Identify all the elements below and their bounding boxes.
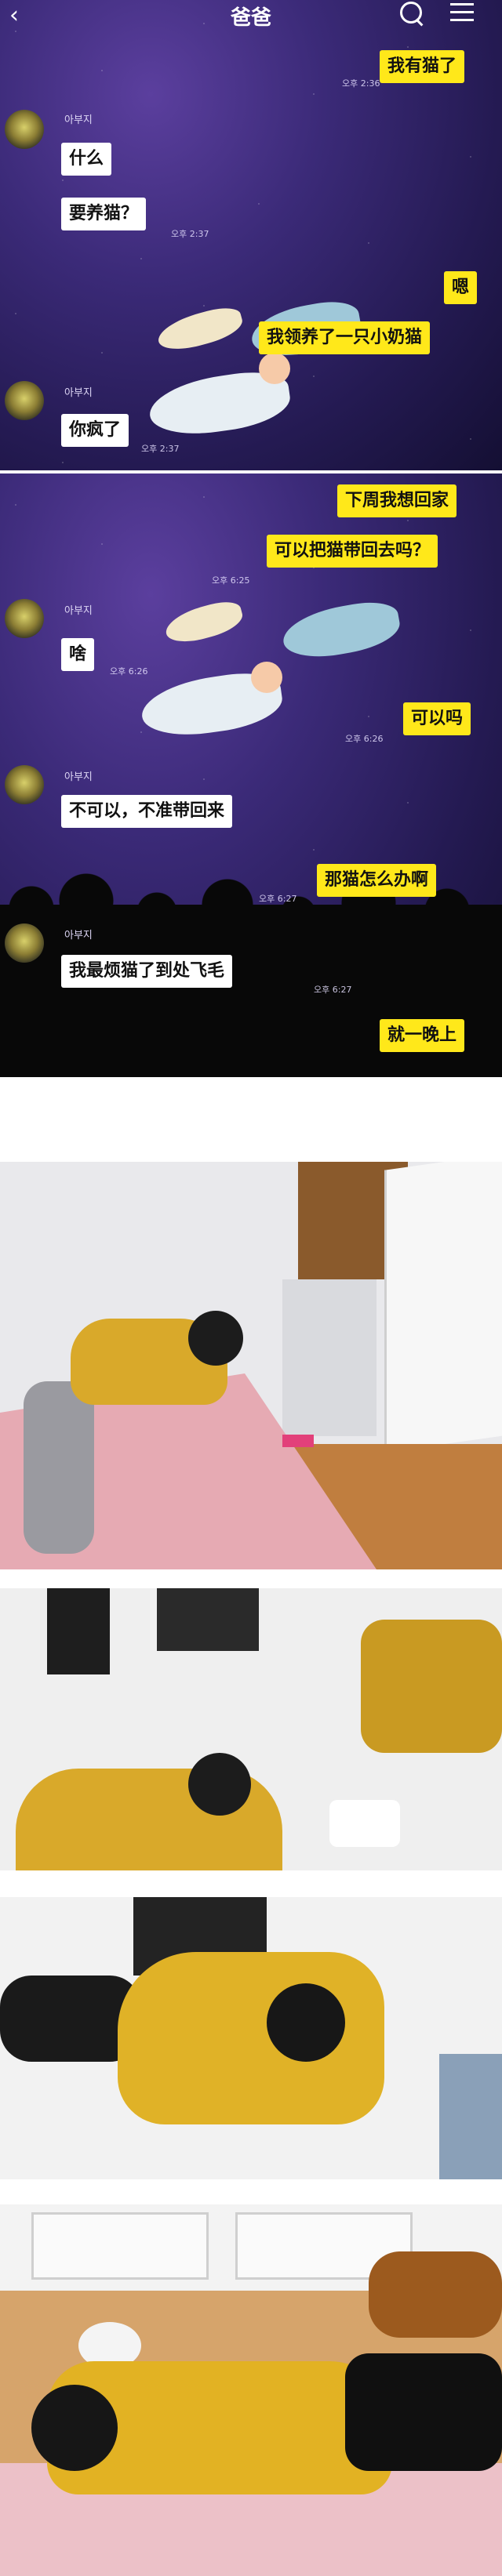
message-time: 오후 6:27 [259, 894, 297, 904]
avatar[interactable] [5, 110, 44, 149]
message-bubble: 那猫怎么办啊 [317, 864, 437, 897]
message-bubble: 嗯 [444, 271, 478, 304]
sender-name: 아부지 [64, 387, 93, 399]
message-time: 오후 2:37 [141, 444, 180, 454]
photo-father-lying-on-floor-2 [0, 1897, 502, 2179]
message-bubble: 我有猫了 [380, 50, 465, 83]
sender-name: 아부지 [64, 114, 93, 126]
message-bubble: 就一晚上 [380, 1019, 465, 1052]
chat-header: ‹ 爸爸 [0, 0, 502, 31]
message-bubble: 要养猫？ [61, 198, 147, 230]
chat-screenshot-1: ‹ 爸爸 我有猫了 오후 2:36 아부지 什么 要养猫？ 오후 2:37 嗯 … [0, 0, 502, 470]
message-time: 오후 6:27 [314, 985, 352, 995]
message-time: 오후 6:26 [110, 666, 148, 677]
message-bubble: 啥 [61, 638, 95, 671]
sender-name: 아부지 [64, 771, 93, 783]
avatar[interactable] [5, 765, 44, 804]
message-time: 오후 6:26 [345, 734, 384, 744]
photo-father-lying-with-kitten [0, 2204, 502, 2576]
peter-pan-illustration [133, 591, 416, 748]
sender-name: 아부지 [64, 605, 93, 617]
message-time: 오후 2:37 [171, 229, 209, 239]
avatar[interactable] [5, 381, 44, 420]
chat-screenshot-2: 下周我想回家 可以把猫带回去吗？ 오후 6:25 아부지 啥 오후 6:26 可… [0, 473, 502, 1077]
message-time: 오후 2:36 [342, 78, 380, 89]
message-bubble: 下周我想回家 [337, 484, 457, 517]
photo-father-lying-on-floor-1 [0, 1588, 502, 1870]
photo-father-kneeling-at-wall [0, 1162, 502, 1569]
message-time: 오후 6:25 [212, 575, 250, 586]
message-bubble: 可以吗 [403, 702, 471, 735]
message-bubble: 什么 [61, 143, 112, 176]
message-bubble: 你疯了 [61, 414, 129, 447]
peter-pan-illustration [141, 296, 376, 447]
avatar[interactable] [5, 923, 44, 963]
message-bubble: 我领养了一只小奶猫 [259, 321, 431, 354]
message-bubble: 可以把猫带回去吗？ [267, 535, 438, 568]
menu-icon[interactable] [450, 3, 474, 22]
avatar[interactable] [5, 599, 44, 638]
message-bubble: 我最烦猫了到处飞毛 [61, 955, 233, 988]
chat-title: 爸爸 [230, 6, 271, 30]
message-bubble: 不可以，不准带回来 [61, 795, 233, 828]
search-icon[interactable] [400, 2, 422, 24]
sender-name: 아부지 [64, 930, 93, 942]
